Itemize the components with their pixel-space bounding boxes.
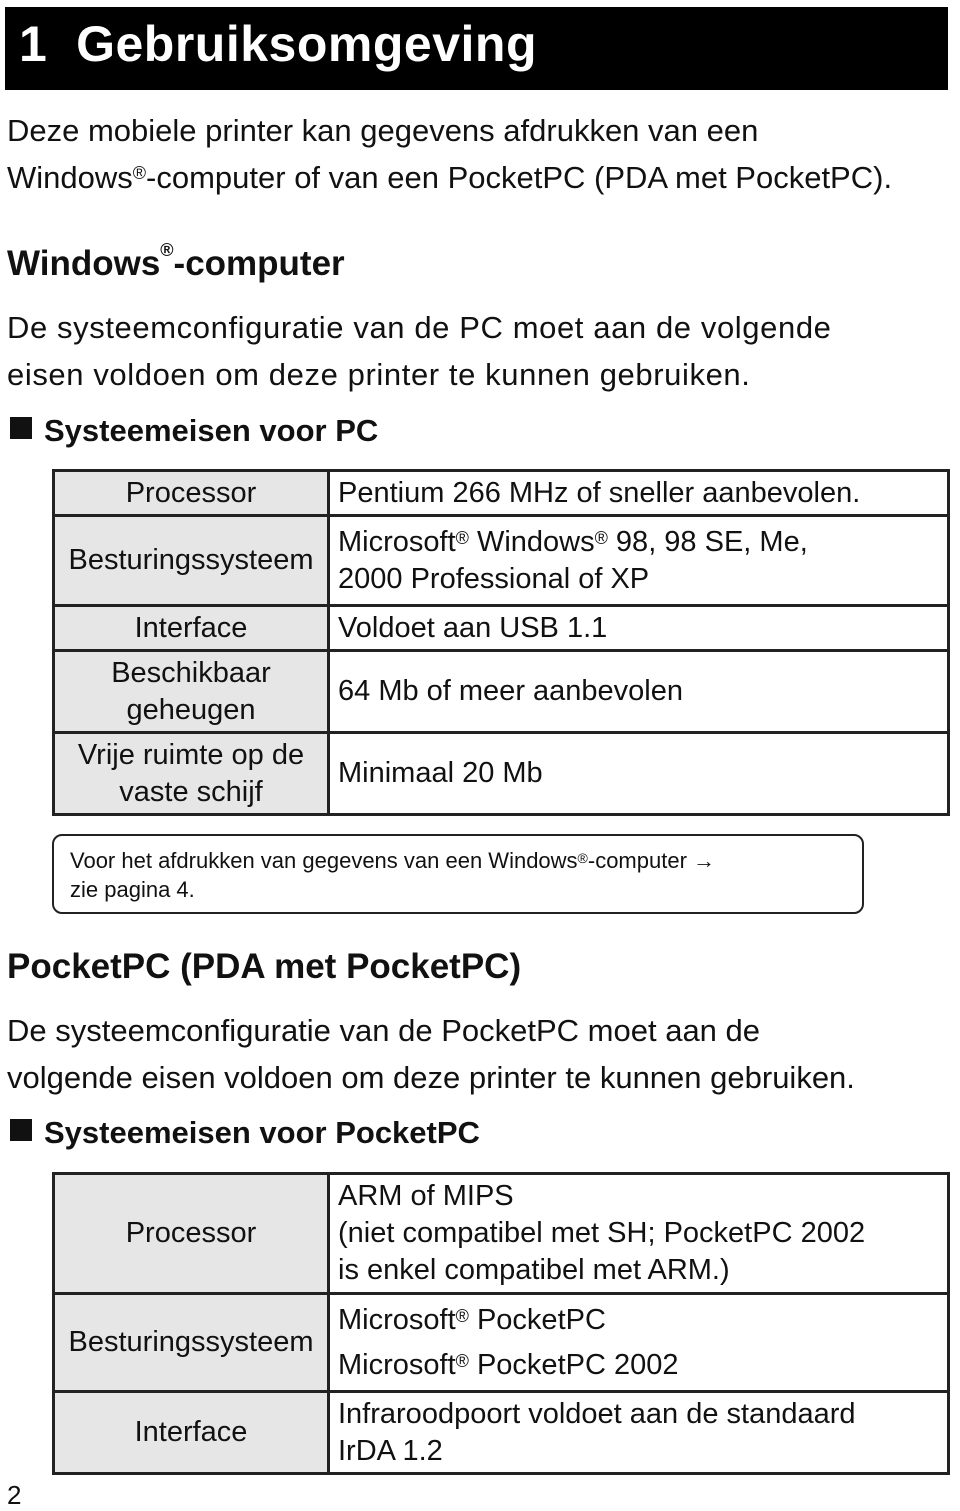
page-number: 2 <box>7 1480 22 1510</box>
bullet-square-icon <box>10 417 32 439</box>
pocketpc-requirements-table: Processor ARM of MIPS (niet compatibel me… <box>52 1172 950 1475</box>
chapter-title-bar: 1 Gebruiksomgeving <box>5 7 948 90</box>
pocketpc-requirements-heading: Systeemeisen voor PocketPC <box>10 1115 480 1151</box>
table-row: Besturingssysteem Microsoft® Windows® 98… <box>52 514 950 607</box>
pocketpc-heading: PocketPC (PDA met PocketPC) <box>7 947 522 986</box>
table-row: Interface Voldoet aan USB 1.1 <box>52 604 950 652</box>
table-row: Beschikbaar geheugen 64 Mb of meer aanbevo… <box>52 649 950 734</box>
table-row: Processor Pentium 266 MHz of sneller aanb… <box>52 469 950 517</box>
pc-requirements-table: Processor Pentium 266 MHz of sneller aanb… <box>52 469 950 816</box>
reference-note: Voor het afdrukken van gegevens van een … <box>52 834 864 914</box>
page-reference-link[interactable]: zie pagina 4. <box>70 877 195 902</box>
bullet-square-icon <box>10 1119 32 1141</box>
chapter-title: 1 Gebruiksomgeving <box>19 16 537 72</box>
pocketpc-paragraph: De systeemconfiguratie van de PocketPC m… <box>7 1013 855 1095</box>
table-row: Besturingssysteem Microsoft® PocketPC Mic… <box>52 1292 950 1393</box>
table-row: Interface Infraroodpoort voldoet aan de … <box>52 1390 950 1475</box>
table-row: Processor ARM of MIPS (niet compatibel me… <box>52 1172 950 1295</box>
table-row: Vrije ruimte op de vaste schijf Minimaal 2… <box>52 731 950 816</box>
pc-requirements-heading: Systeemeisen voor PC <box>10 413 378 449</box>
intro-paragraph: Deze mobiele printer kan gegevens afdruk… <box>7 113 893 195</box>
windows-paragraph: De systeemconfiguratie van de PC moet aa… <box>7 310 832 392</box>
windows-heading: Windows®-computer <box>7 240 345 283</box>
